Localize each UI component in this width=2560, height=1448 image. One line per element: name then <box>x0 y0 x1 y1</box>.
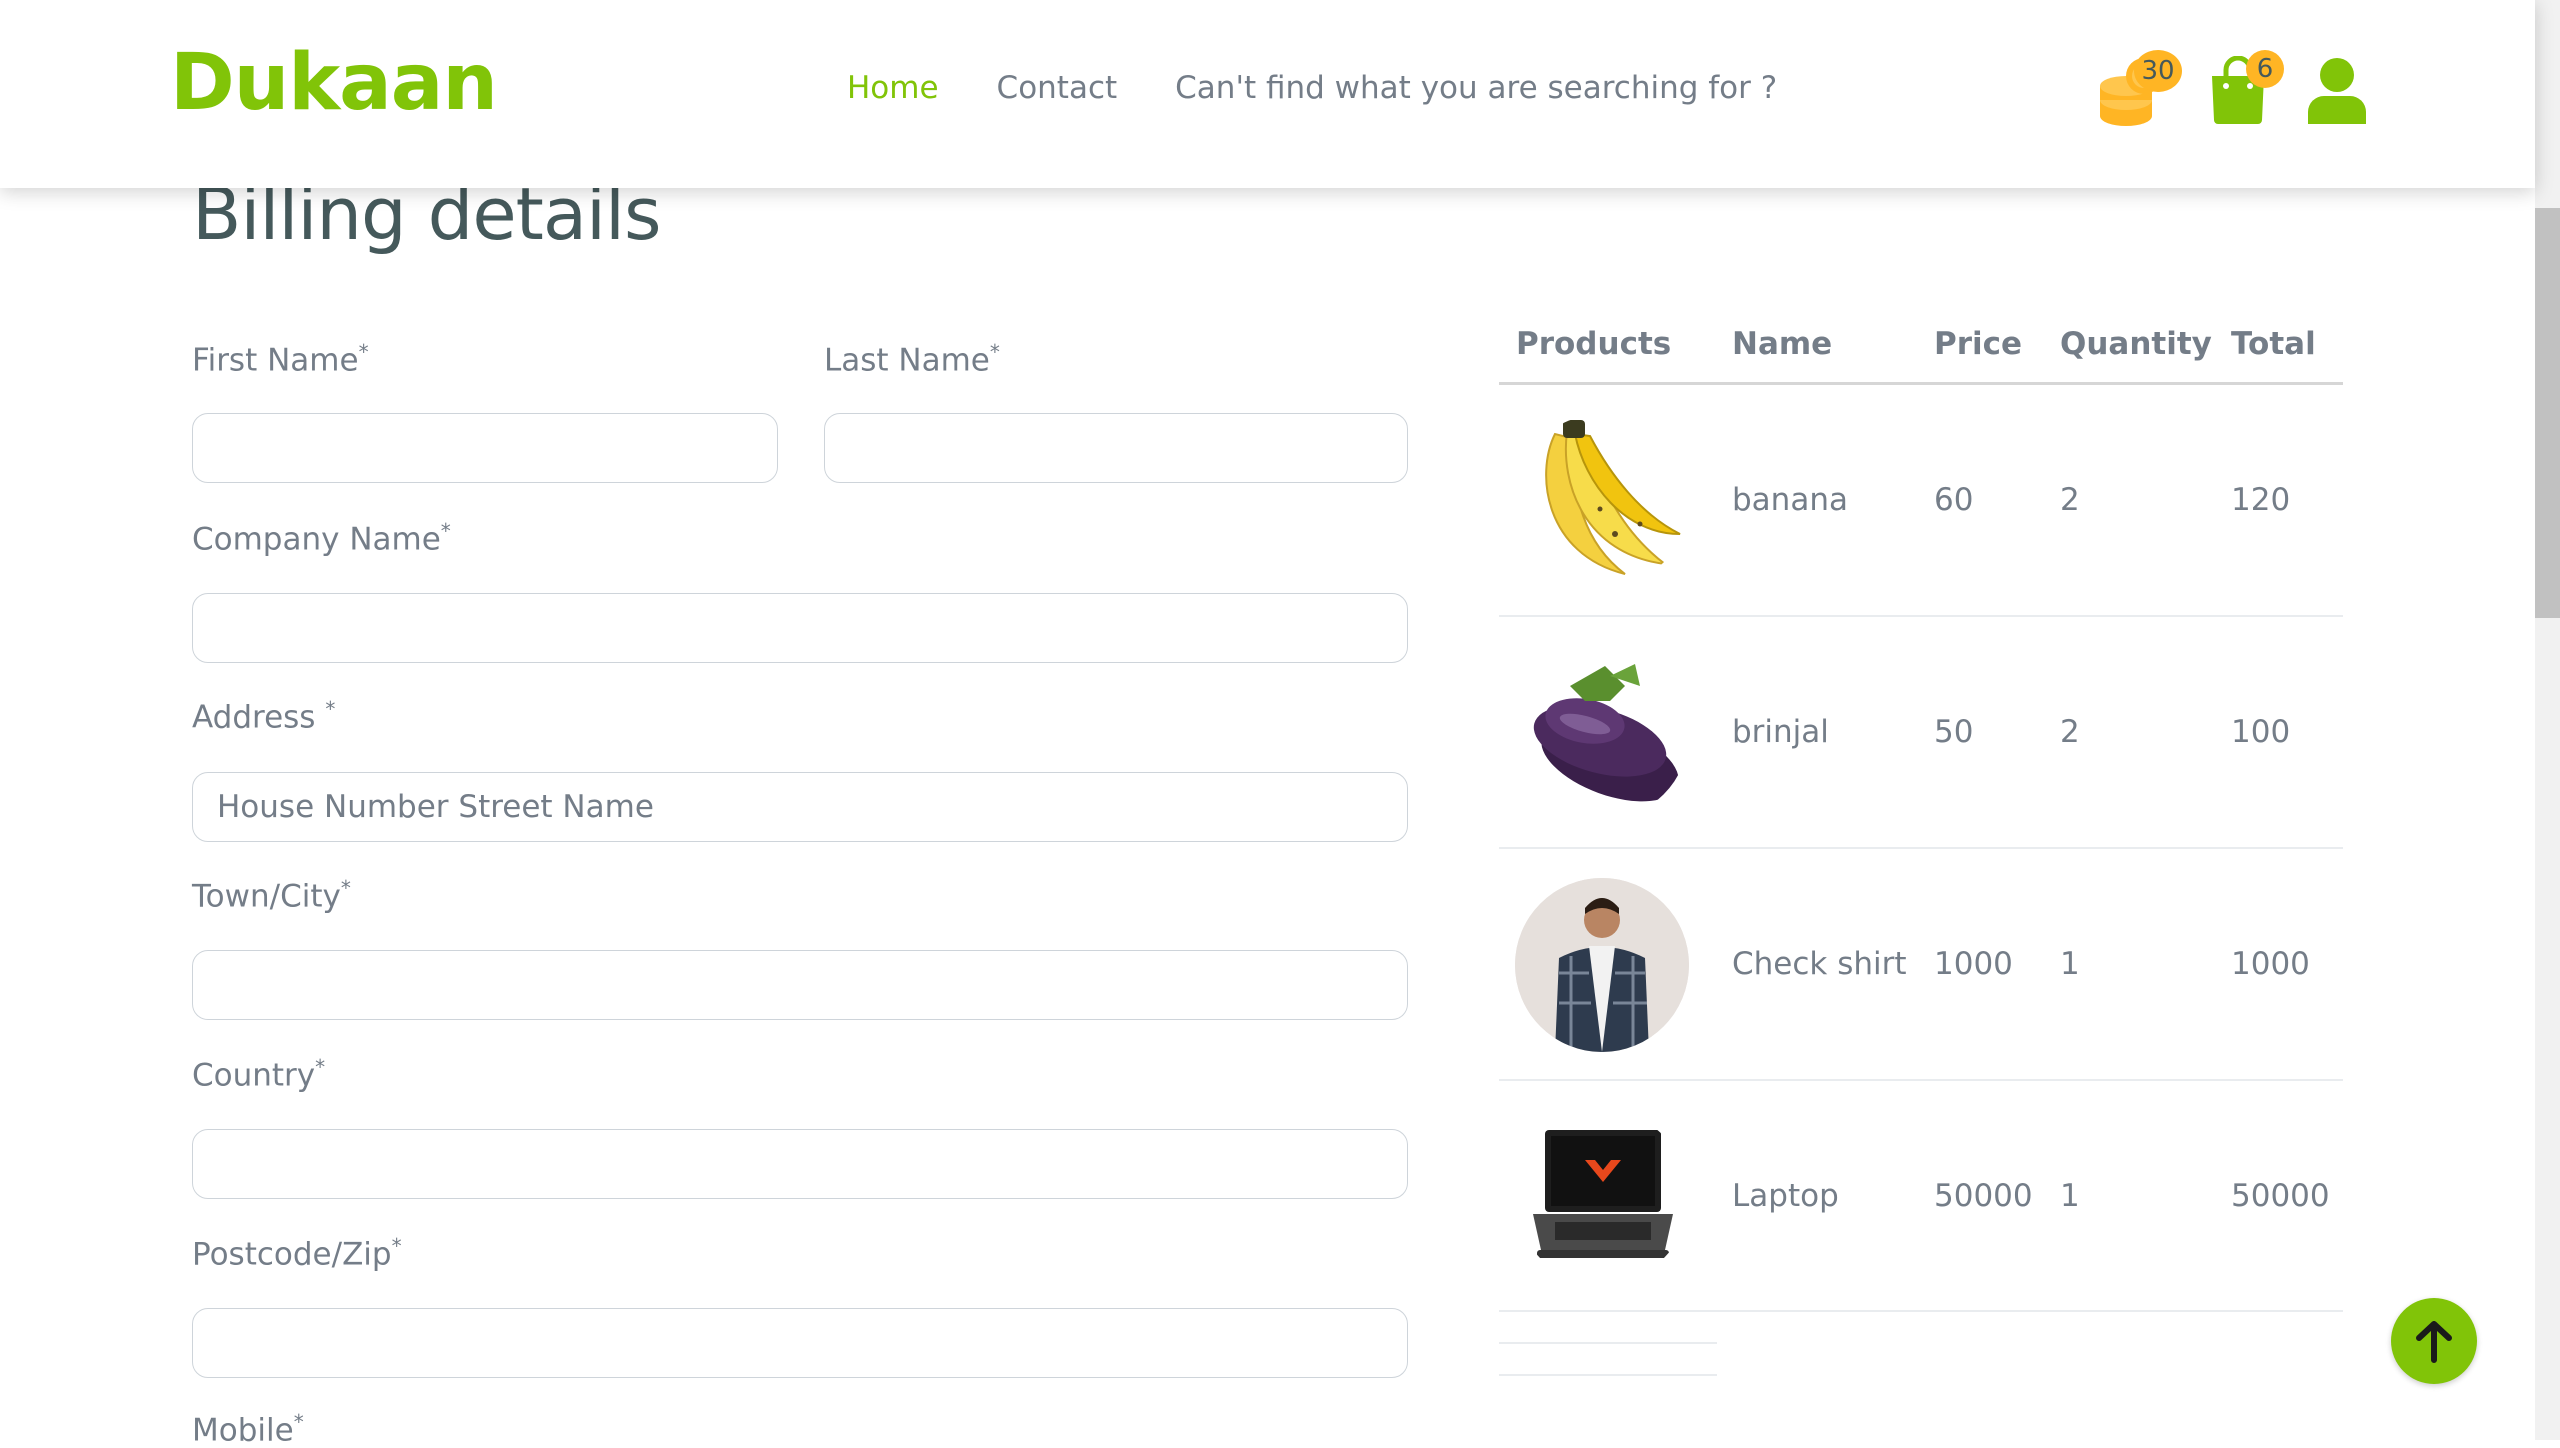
page-scrollbar-thumb[interactable] <box>2535 208 2560 618</box>
coins-button[interactable]: 30 <box>2098 50 2188 126</box>
col-header-price: Price <box>1934 326 2023 362</box>
row-price: 50000 <box>1934 1178 2033 1214</box>
cart-count-badge: 6 <box>2246 50 2284 88</box>
row-quantity: 1 <box>2060 946 2080 982</box>
town-city-input[interactable] <box>192 950 1408 1020</box>
last-name-input[interactable] <box>824 413 1408 483</box>
row-divider <box>1499 615 2343 617</box>
address-placeholder: House Number Street Name <box>217 789 654 825</box>
row-total: 1000 <box>2231 946 2310 982</box>
col-header-name: Name <box>1732 326 1833 362</box>
laptop-image <box>1515 1110 1689 1284</box>
col-header-quantity: Quantity <box>2060 326 2212 362</box>
first-name-label: First Name* <box>192 340 369 379</box>
nav-search-prompt-link[interactable]: Can't find what you are searching for ? <box>1175 70 1777 106</box>
row-price: 50 <box>1934 714 1974 750</box>
row-total: 100 <box>2231 714 2291 750</box>
first-name-input[interactable] <box>192 413 778 483</box>
row-divider <box>1499 1310 2343 1312</box>
row-divider <box>1499 1374 1717 1376</box>
col-header-total: Total <box>2231 326 2316 362</box>
address-input[interactable]: House Number Street Name <box>192 772 1408 842</box>
banana-image <box>1515 414 1689 588</box>
row-quantity: 2 <box>2060 714 2080 750</box>
town-city-label: Town/City* <box>192 876 351 915</box>
row-divider <box>1499 1342 1717 1344</box>
mobile-label: Mobile* <box>192 1410 304 1448</box>
col-header-products: Products <box>1516 326 1672 362</box>
user-account-button[interactable] <box>2308 50 2368 126</box>
nav-home-link[interactable]: Home <box>847 70 939 106</box>
arrow-up-icon <box>2416 1321 2452 1363</box>
row-total: 50000 <box>2231 1178 2330 1214</box>
last-name-label: Last Name* <box>824 340 1000 379</box>
row-name: banana <box>1732 482 1848 518</box>
row-quantity: 2 <box>2060 482 2080 518</box>
row-price: 1000 <box>1934 946 2013 982</box>
country-input[interactable] <box>192 1129 1408 1199</box>
row-divider <box>1499 1079 2343 1081</box>
row-name: Laptop <box>1732 1178 1839 1214</box>
row-quantity: 1 <box>2060 1178 2080 1214</box>
company-name-input[interactable] <box>192 593 1408 663</box>
shirt-image <box>1515 878 1689 1052</box>
row-price: 60 <box>1934 482 1974 518</box>
row-name: Check shirt <box>1732 946 1907 982</box>
row-divider <box>1499 847 2343 849</box>
company-name-label: Company Name* <box>192 519 451 558</box>
row-name: brinjal <box>1732 714 1829 750</box>
nav-contact-link[interactable]: Contact <box>997 70 1118 106</box>
address-label: Address * <box>192 697 336 736</box>
table-header-divider <box>1499 382 2343 385</box>
postcode-label: Postcode/Zip* <box>192 1234 402 1273</box>
country-label: Country* <box>192 1055 326 1094</box>
back-to-top-button[interactable] <box>2391 1298 2477 1384</box>
main-nav: Home Contact Can't find what you are sea… <box>847 70 1777 106</box>
row-total: 120 <box>2231 482 2291 518</box>
top-navbar: Dukaan Home Contact Can't find what you … <box>0 0 2535 188</box>
brand-logo[interactable]: Dukaan <box>170 38 498 128</box>
coins-count-badge: 30 <box>2134 50 2182 92</box>
brinjal-image <box>1515 646 1689 820</box>
user-icon <box>2308 58 2366 124</box>
postcode-input[interactable] <box>192 1308 1408 1378</box>
cart-button[interactable]: 6 <box>2206 50 2286 126</box>
